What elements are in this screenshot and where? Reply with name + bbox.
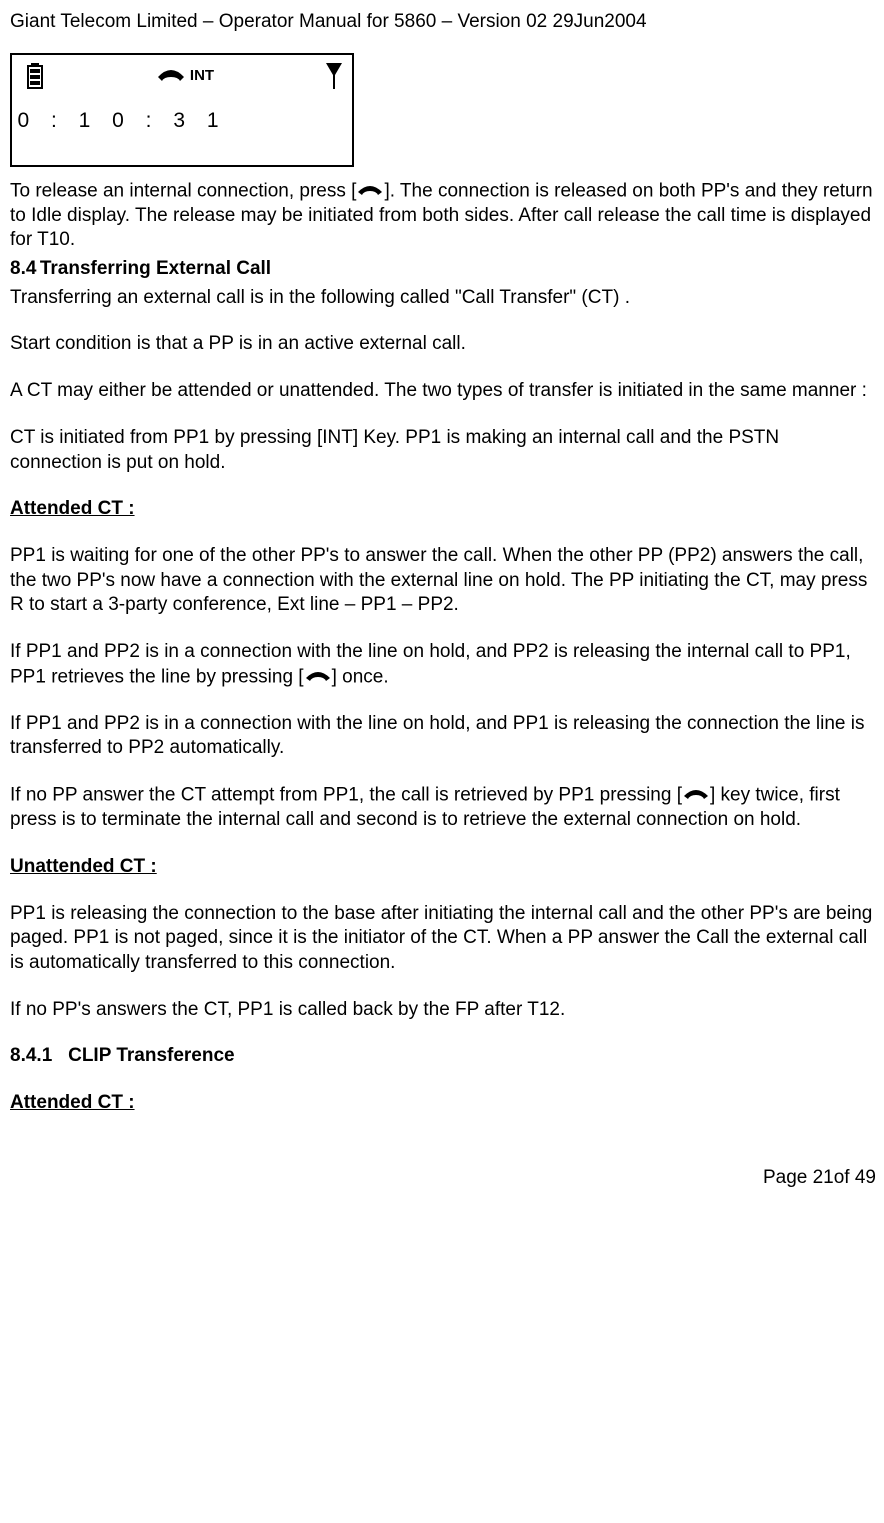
paragraph: CT is initiated from PP1 by pressing [IN… bbox=[10, 426, 876, 475]
section-heading-8-4: 8.4 Transferring External Call bbox=[10, 257, 876, 282]
attended-ct-heading-2: Attended CT : bbox=[10, 1091, 876, 1116]
antenna-icon bbox=[326, 63, 342, 89]
page-footer: Page 21of 49 bbox=[10, 1166, 876, 1191]
section-number: 8.4 bbox=[10, 257, 24, 282]
document-header: Giant Telecom Limited – Operator Manual … bbox=[10, 10, 876, 35]
paragraph: PP1 is releasing the connection to the b… bbox=[10, 902, 876, 976]
hangup-icon bbox=[683, 783, 709, 808]
text: ] once. bbox=[332, 666, 389, 687]
text: If no PP answer the CT attempt from PP1,… bbox=[10, 784, 682, 805]
lcd-timer: 0 : 1 0 : 3 1 bbox=[12, 107, 352, 134]
attended-ct-heading: Attended CT : bbox=[10, 497, 876, 522]
unattended-ct-heading: Unattended CT : bbox=[10, 855, 876, 880]
lcd-display: INT 0 : 1 0 : 3 1 bbox=[10, 53, 354, 167]
paragraph: To release an internal connection, press… bbox=[10, 179, 876, 253]
paragraph: If no PP answer the CT attempt from PP1,… bbox=[10, 783, 876, 833]
section-title: CLIP Transference bbox=[68, 1045, 235, 1066]
paragraph: PP1 is waiting for one of the other PP's… bbox=[10, 544, 876, 618]
section-heading-8-4-1: 8.4.1 CLIP Transference bbox=[10, 1044, 876, 1069]
int-label: INT bbox=[190, 66, 214, 86]
paragraph: If PP1 and PP2 is in a connection with t… bbox=[10, 712, 876, 761]
section-title: Transferring External Call bbox=[40, 258, 271, 279]
battery-icon bbox=[26, 63, 44, 89]
hangup-icon bbox=[305, 665, 331, 690]
phone-icon bbox=[156, 67, 186, 85]
paragraph: Transferring an external call is in the … bbox=[10, 286, 876, 311]
paragraph: Start condition is that a PP is in an ac… bbox=[10, 332, 876, 357]
paragraph: If no PP's answers the CT, PP1 is called… bbox=[10, 998, 876, 1023]
section-number: 8.4.1 bbox=[10, 1045, 52, 1066]
text: If PP1 and PP2 is in a connection with t… bbox=[10, 641, 851, 687]
paragraph: A CT may either be attended or unattende… bbox=[10, 379, 876, 404]
paragraph: If PP1 and PP2 is in a connection with t… bbox=[10, 640, 876, 690]
hangup-icon bbox=[357, 179, 383, 204]
text: To release an internal connection, press… bbox=[10, 180, 356, 201]
